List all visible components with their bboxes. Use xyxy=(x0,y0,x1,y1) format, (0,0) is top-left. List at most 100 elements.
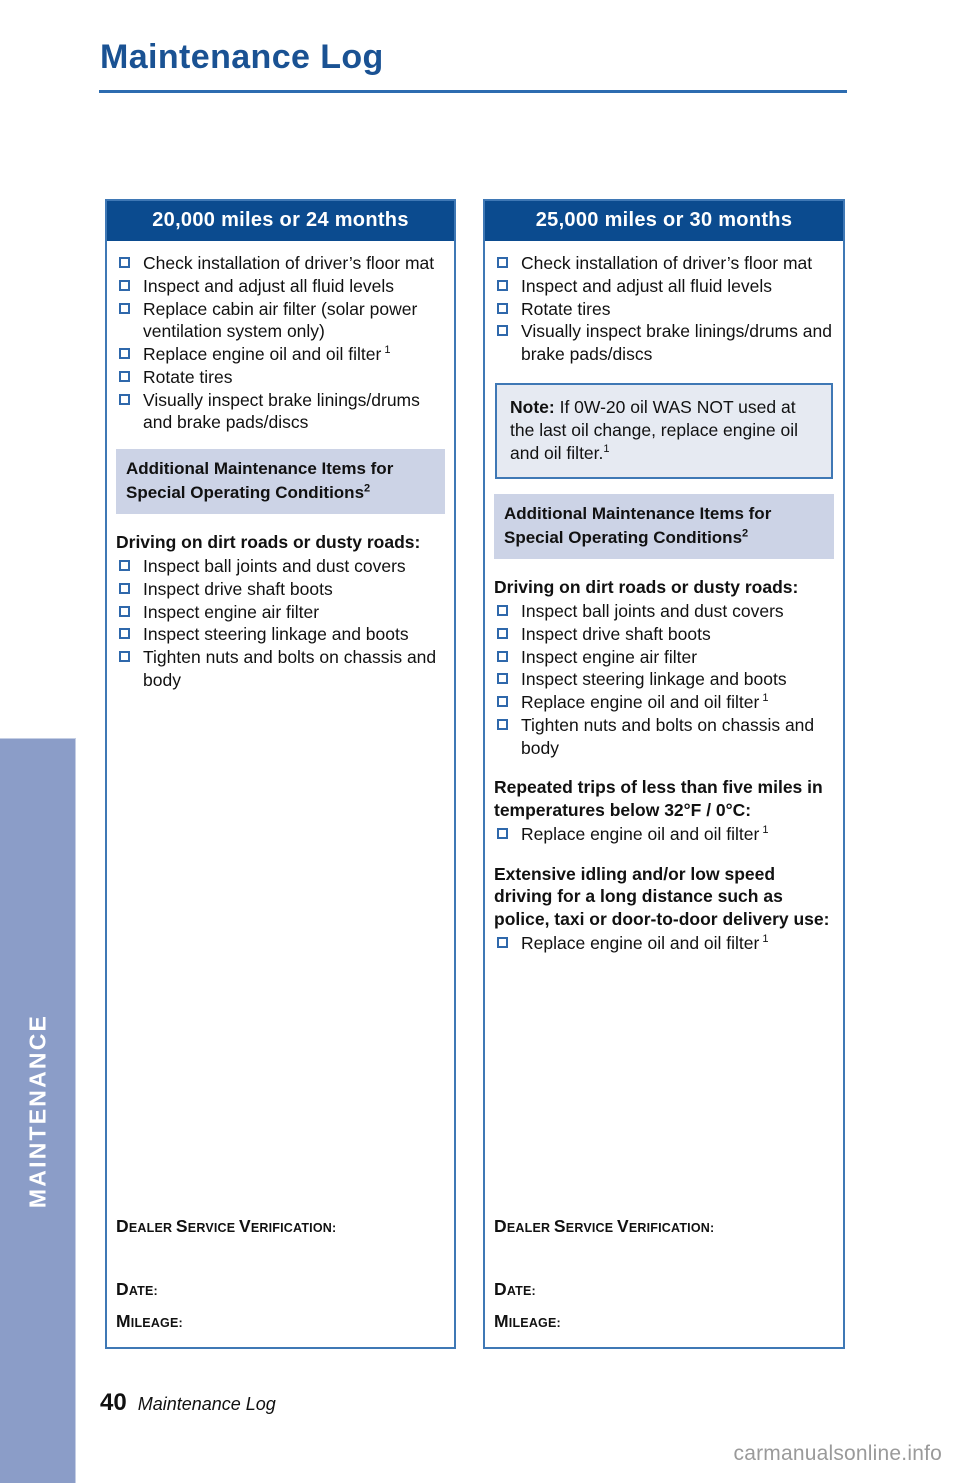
checklist-item-label: Replace engine oil and oil filter xyxy=(521,823,760,844)
condition-checklist: Inspect ball joints and dust covers Inspe… xyxy=(494,600,834,759)
checklist-item-label: Tighten nuts and bolts on chassis and bo… xyxy=(143,647,437,690)
checklist-item-label: Inspect drive shaft boots xyxy=(143,578,333,599)
checklist-item-label: Inspect drive shaft boots xyxy=(521,623,711,644)
checklist-item-label: Replace engine oil and oil filter xyxy=(521,932,760,953)
checkbox-icon[interactable] xyxy=(497,718,508,730)
checkbox-icon[interactable] xyxy=(119,348,130,359)
checkbox-icon[interactable] xyxy=(119,257,130,268)
page-root: MAINTENANCE Maintenance Log 20,000 miles… xyxy=(0,0,960,1483)
checklist-item[interactable]: Inspect drive shaft boots xyxy=(494,623,834,646)
checkbox-icon[interactable] xyxy=(497,696,508,708)
checklist-item-label: Inspect ball joints and dust covers xyxy=(143,556,406,576)
checklist-item[interactable]: Inspect ball joints and dust covers xyxy=(116,555,445,578)
note-box-right: Note: If 0W-20 oil WAS NOT used at the l… xyxy=(495,382,833,480)
dsv-mileage-right: MILEAGE: xyxy=(494,1310,561,1331)
note-label: Note: xyxy=(510,396,555,417)
dsv-title-left: DEALER SERVICE VERIFICATION: xyxy=(116,1215,337,1236)
checkbox-icon[interactable] xyxy=(119,302,130,314)
condition-subheading: Repeated trips of less than five miles i… xyxy=(494,777,823,821)
page-footer: 40 Maintenance Log xyxy=(100,1389,276,1417)
checklist-item[interactable]: Inspect engine air filter xyxy=(494,646,834,669)
checklist-item[interactable]: Replace engine oil and oil filter 1 xyxy=(494,932,834,955)
checklist-item-label: Visually inspect brake linings/drums and… xyxy=(143,389,420,433)
special-conditions-left: Driving on dirt roads or dusty roads: Ins… xyxy=(116,531,445,691)
card-body-right: Check installation of driver’s floor mat… xyxy=(485,241,843,1346)
page-title: Maintenance Log xyxy=(100,38,384,76)
checklist-item[interactable]: Inspect and adjust all fluid levels xyxy=(494,275,834,298)
card-header-left: 20,000 miles or 24 months xyxy=(107,201,454,241)
checklist-item[interactable]: Tighten nuts and bolts on chassis and bo… xyxy=(116,646,445,692)
checklist-item-label: Replace engine oil and oil filter xyxy=(143,344,382,364)
checklist-item-label: Inspect steering linkage and boots xyxy=(143,624,409,645)
section-tab-maintenance: MAINTENANCE xyxy=(0,738,76,1483)
checkbox-icon[interactable] xyxy=(119,560,130,571)
checkbox-icon[interactable] xyxy=(119,582,130,594)
checklist-item-label: Inspect engine air filter xyxy=(521,646,698,667)
condition-subheading: Extensive idling and/or low speed drivin… xyxy=(494,863,830,930)
checklist-item-label: Replace cabin air filter (solar power ve… xyxy=(143,298,418,342)
checklist-item-label: Inspect and adjust all fluid levels xyxy=(521,275,772,296)
checkbox-icon[interactable] xyxy=(497,605,508,617)
checklist-item[interactable]: Inspect and adjust all fluid levels xyxy=(116,275,445,298)
checkbox-icon[interactable] xyxy=(119,393,130,405)
checklist-item[interactable]: Rotate tires xyxy=(494,298,834,321)
checkbox-icon[interactable] xyxy=(497,627,508,639)
checklist-item[interactable]: Replace engine oil and oil filter 1 xyxy=(494,691,834,714)
service-interval-card-right: 25,000 miles or 30 months Check installa… xyxy=(483,199,845,1349)
condition-checklist: Replace engine oil and oil filter 1 xyxy=(494,823,834,846)
watermark: carmanualsonline.info xyxy=(733,1442,942,1465)
checklist-item-label: Inspect engine air filter xyxy=(143,601,320,622)
footnote-marker: 1 xyxy=(759,932,769,945)
checkbox-icon[interactable] xyxy=(119,605,130,617)
checklist-item-label: Rotate tires xyxy=(143,366,233,387)
dsv-date-right: DATE: xyxy=(494,1279,536,1299)
checkbox-icon[interactable] xyxy=(497,257,508,268)
checklist-item[interactable]: Replace engine oil and oil filter 1 xyxy=(116,343,445,366)
checklist-item[interactable]: Rotate tires xyxy=(116,366,445,389)
footnote-marker: 1 xyxy=(759,823,769,836)
checklist-item[interactable]: Visually inspect brake linings/drums and… xyxy=(116,389,445,435)
condition-checklist: Replace engine oil and oil filter 1 xyxy=(494,932,834,955)
checklist-item[interactable]: Check installation of driver’s floor mat xyxy=(116,252,445,275)
checkbox-icon[interactable] xyxy=(119,628,130,640)
checkbox-icon[interactable] xyxy=(497,827,508,839)
footnote-marker: 1 xyxy=(759,692,769,705)
checkbox-icon[interactable] xyxy=(497,302,508,314)
checklist-item-label: Replace engine oil and oil filter xyxy=(521,692,760,713)
checklist-item[interactable]: Replace engine oil and oil filter 1 xyxy=(494,823,834,846)
checklist-item[interactable]: Visually inspect brake linings/drums and… xyxy=(494,320,834,366)
checklist-item-label: Inspect ball joints and dust covers xyxy=(521,601,784,622)
checklist-item[interactable]: Inspect steering linkage and boots xyxy=(494,668,834,691)
checkbox-icon[interactable] xyxy=(119,651,130,662)
checkbox-icon[interactable] xyxy=(119,370,130,382)
checkbox-icon[interactable] xyxy=(497,279,508,291)
checklist-item[interactable]: Check installation of driver’s floor mat xyxy=(494,252,834,275)
checklist-item[interactable]: Tighten nuts and bolts on chassis and bo… xyxy=(494,714,834,760)
title-divider xyxy=(99,90,847,93)
page-footer-label: Maintenance Log xyxy=(137,1394,276,1414)
dsv-date-left: DATE: xyxy=(116,1279,158,1299)
checklist-item-label: Tighten nuts and bolts on chassis and bo… xyxy=(521,714,815,758)
checkbox-icon[interactable] xyxy=(497,650,508,662)
checklist-item[interactable]: Inspect steering linkage and boots xyxy=(116,623,445,646)
checkbox-icon[interactable] xyxy=(497,936,508,948)
service-interval-card-left: 20,000 miles or 24 months Check installa… xyxy=(105,199,456,1349)
section-tab-label: MAINTENANCE xyxy=(24,1013,50,1209)
checkbox-icon[interactable] xyxy=(497,325,508,337)
band-line-2: Special Operating Conditions2 xyxy=(504,527,749,548)
checklist-item[interactable]: Inspect ball joints and dust covers xyxy=(494,600,834,623)
checkbox-icon[interactable] xyxy=(119,279,130,291)
checklist-item[interactable]: Replace cabin air filter (solar power ve… xyxy=(116,298,445,344)
note-footnote-marker: 1 xyxy=(603,443,610,456)
condition-checklist: Inspect ball joints and dust covers Inspe… xyxy=(116,555,445,692)
checklist-item[interactable]: Inspect drive shaft boots xyxy=(116,578,445,601)
checklist-item-label: Check installation of driver’s floor mat xyxy=(521,253,813,273)
band-footnote-marker: 2 xyxy=(364,482,371,495)
checklist-item[interactable]: Inspect engine air filter xyxy=(116,601,445,624)
special-conditions-right: Driving on dirt roads or dusty roads: Ins… xyxy=(494,576,834,954)
dealer-service-verification-left: DEALER SERVICE VERIFICATION: DATE: MILEA… xyxy=(116,1215,445,1331)
band-line-1: Additional Maintenance Items for xyxy=(504,504,772,524)
checklist-left: Check installation of driver’s floor mat… xyxy=(116,252,445,434)
checkbox-icon[interactable] xyxy=(497,673,508,685)
checklist-item-label: Visually inspect brake linings/drums and… xyxy=(521,321,832,364)
